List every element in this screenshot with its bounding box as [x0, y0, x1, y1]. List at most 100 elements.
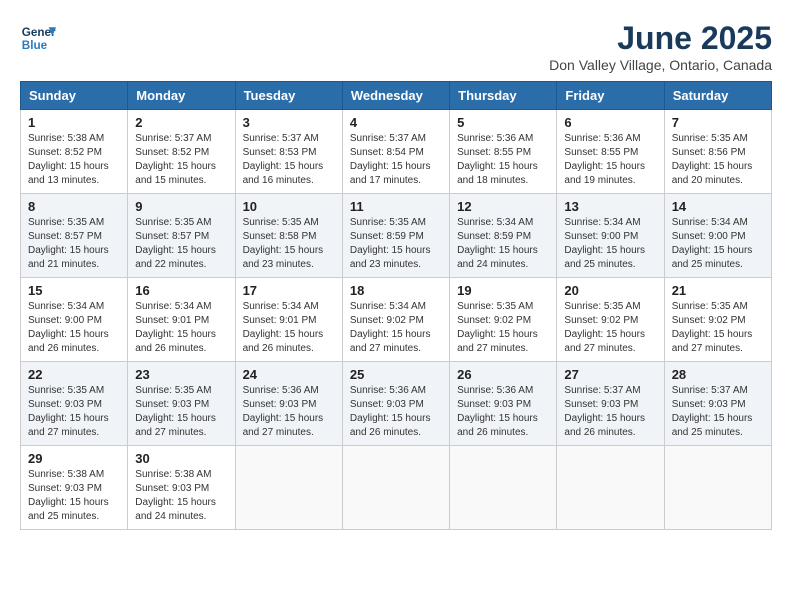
weekday-header-row: SundayMondayTuesdayWednesdayThursdayFrid… — [21, 82, 772, 110]
title-area: June 2025 Don Valley Village, Ontario, C… — [549, 20, 772, 73]
calendar-week-row: 29 Sunrise: 5:38 AMSunset: 9:03 PMDayligh… — [21, 446, 772, 530]
day-number: 16 — [135, 283, 227, 298]
day-number: 12 — [457, 199, 549, 214]
cell-info: Sunrise: 5:35 AMSunset: 8:57 PMDaylight:… — [28, 216, 120, 272]
day-number: 23 — [135, 367, 227, 382]
calendar-cell: 19 Sunrise: 5:35 AMSunset: 9:02 PMDayligh… — [450, 278, 557, 362]
calendar-cell: 12 Sunrise: 5:34 AMSunset: 8:59 PMDayligh… — [450, 194, 557, 278]
cell-info: Sunrise: 5:36 AMSunset: 9:03 PMDaylight:… — [243, 384, 335, 440]
day-number: 28 — [672, 367, 764, 382]
cell-info: Sunrise: 5:35 AMSunset: 9:02 PMDaylight:… — [457, 300, 549, 356]
calendar-cell: 6 Sunrise: 5:36 AMSunset: 8:55 PMDaylight… — [557, 110, 664, 194]
cell-info: Sunrise: 5:35 AMSunset: 8:56 PMDaylight:… — [672, 132, 764, 188]
calendar-cell: 15Sunrise: 5:34 AMSunset: 9:00 PMDayligh… — [21, 278, 128, 362]
calendar-cell: 30Sunrise: 5:38 AMSunset: 9:03 PMDayligh… — [128, 446, 235, 530]
calendar-cell: 24 Sunrise: 5:36 AMSunset: 9:03 PMDayligh… — [235, 362, 342, 446]
day-number: 7 — [672, 115, 764, 130]
day-number: 4 — [350, 115, 442, 130]
calendar-cell — [557, 446, 664, 530]
cell-info: Sunrise: 5:36 AMSunset: 8:55 PMDaylight:… — [564, 132, 656, 188]
calendar-cell: 29 Sunrise: 5:38 AMSunset: 9:03 PMDayligh… — [21, 446, 128, 530]
calendar-cell: 18 Sunrise: 5:34 AMSunset: 9:02 PMDayligh… — [342, 278, 449, 362]
calendar-cell: 2 Sunrise: 5:37 AMSunset: 8:52 PMDaylight… — [128, 110, 235, 194]
day-number: 3 — [243, 115, 335, 130]
weekday-header-friday: Friday — [557, 82, 664, 110]
calendar-cell — [235, 446, 342, 530]
cell-info: Sunrise: 5:36 AMSunset: 9:03 PMDaylight:… — [350, 384, 442, 440]
calendar-cell: 5Sunrise: 5:36 AMSunset: 8:55 PMDaylight… — [450, 110, 557, 194]
calendar-week-row: 8 Sunrise: 5:35 AMSunset: 8:57 PMDaylight… — [21, 194, 772, 278]
cell-info: Sunrise: 5:37 AMSunset: 8:52 PMDaylight:… — [135, 132, 227, 188]
calendar-cell: 28 Sunrise: 5:37 AMSunset: 9:03 PMDayligh… — [664, 362, 771, 446]
day-number: 8 — [28, 199, 120, 214]
calendar-cell: 27Sunrise: 5:37 AMSunset: 9:03 PMDayligh… — [557, 362, 664, 446]
weekday-header-wednesday: Wednesday — [342, 82, 449, 110]
calendar-cell: 23 Sunrise: 5:35 AMSunset: 9:03 PMDayligh… — [128, 362, 235, 446]
weekday-header-thursday: Thursday — [450, 82, 557, 110]
day-number: 13 — [564, 199, 656, 214]
cell-info: Sunrise: 5:37 AMSunset: 8:54 PMDaylight:… — [350, 132, 442, 188]
day-number: 17 — [243, 283, 335, 298]
cell-info: Sunrise: 5:38 AMSunset: 8:52 PMDaylight:… — [28, 132, 120, 188]
day-number: 18 — [350, 283, 442, 298]
day-number: 26 — [457, 367, 549, 382]
calendar-cell: 21 Sunrise: 5:35 AMSunset: 9:02 PMDayligh… — [664, 278, 771, 362]
logo: General Blue — [20, 20, 56, 56]
day-number: 14 — [672, 199, 764, 214]
cell-info: Sunrise: 5:34 AMSunset: 9:01 PMDaylight:… — [243, 300, 335, 356]
calendar-cell: 7 Sunrise: 5:35 AMSunset: 8:56 PMDaylight… — [664, 110, 771, 194]
day-number: 9 — [135, 199, 227, 214]
calendar-cell: 4 Sunrise: 5:37 AMSunset: 8:54 PMDaylight… — [342, 110, 449, 194]
calendar-cell: 10Sunrise: 5:35 AMSunset: 8:58 PMDayligh… — [235, 194, 342, 278]
calendar-week-row: 15Sunrise: 5:34 AMSunset: 9:00 PMDayligh… — [21, 278, 772, 362]
month-title: June 2025 — [549, 20, 772, 57]
cell-info: Sunrise: 5:38 AMSunset: 9:03 PMDaylight:… — [135, 468, 227, 524]
calendar-cell — [342, 446, 449, 530]
calendar-cell: 20 Sunrise: 5:35 AMSunset: 9:02 PMDayligh… — [557, 278, 664, 362]
day-number: 25 — [350, 367, 442, 382]
calendar-cell: 25 Sunrise: 5:36 AMSunset: 9:03 PMDayligh… — [342, 362, 449, 446]
cell-info: Sunrise: 5:34 AMSunset: 9:02 PMDaylight:… — [350, 300, 442, 356]
calendar-week-row: 1Sunrise: 5:38 AMSunset: 8:52 PMDaylight… — [21, 110, 772, 194]
cell-info: Sunrise: 5:35 AMSunset: 9:02 PMDaylight:… — [564, 300, 656, 356]
calendar-cell — [450, 446, 557, 530]
cell-info: Sunrise: 5:36 AMSunset: 9:03 PMDaylight:… — [457, 384, 549, 440]
cell-info: Sunrise: 5:38 AMSunset: 9:03 PMDaylight:… — [28, 468, 120, 524]
cell-info: Sunrise: 5:34 AMSunset: 8:59 PMDaylight:… — [457, 216, 549, 272]
cell-info: Sunrise: 5:35 AMSunset: 8:57 PMDaylight:… — [135, 216, 227, 272]
calendar-cell: 26 Sunrise: 5:36 AMSunset: 9:03 PMDayligh… — [450, 362, 557, 446]
weekday-header-tuesday: Tuesday — [235, 82, 342, 110]
cell-info: Sunrise: 5:35 AMSunset: 9:03 PMDaylight:… — [28, 384, 120, 440]
logo-icon: General Blue — [20, 20, 56, 56]
calendar-cell: 3Sunrise: 5:37 AMSunset: 8:53 PMDaylight… — [235, 110, 342, 194]
calendar-cell: 13 Sunrise: 5:34 AMSunset: 9:00 PMDayligh… — [557, 194, 664, 278]
day-number: 11 — [350, 199, 442, 214]
day-number: 15 — [28, 283, 120, 298]
day-number: 19 — [457, 283, 549, 298]
calendar-cell: 11 Sunrise: 5:35 AMSunset: 8:59 PMDayligh… — [342, 194, 449, 278]
day-number: 20 — [564, 283, 656, 298]
cell-info: Sunrise: 5:35 AMSunset: 9:03 PMDaylight:… — [135, 384, 227, 440]
weekday-header-monday: Monday — [128, 82, 235, 110]
calendar-table: SundayMondayTuesdayWednesdayThursdayFrid… — [20, 81, 772, 530]
svg-text:Blue: Blue — [22, 39, 48, 52]
calendar-cell: 1Sunrise: 5:38 AMSunset: 8:52 PMDaylight… — [21, 110, 128, 194]
calendar-cell: 22Sunrise: 5:35 AMSunset: 9:03 PMDayligh… — [21, 362, 128, 446]
page-header: General Blue June 2025 Don Valley Villag… — [20, 20, 772, 73]
cell-info: Sunrise: 5:37 AMSunset: 9:03 PMDaylight:… — [564, 384, 656, 440]
day-number: 6 — [564, 115, 656, 130]
cell-info: Sunrise: 5:35 AMSunset: 8:59 PMDaylight:… — [350, 216, 442, 272]
day-number: 2 — [135, 115, 227, 130]
cell-info: Sunrise: 5:35 AMSunset: 9:02 PMDaylight:… — [672, 300, 764, 356]
cell-info: Sunrise: 5:34 AMSunset: 9:00 PMDaylight:… — [672, 216, 764, 272]
weekday-header-saturday: Saturday — [664, 82, 771, 110]
day-number: 5 — [457, 115, 549, 130]
day-number: 21 — [672, 283, 764, 298]
calendar-cell: 8 Sunrise: 5:35 AMSunset: 8:57 PMDaylight… — [21, 194, 128, 278]
cell-info: Sunrise: 5:34 AMSunset: 9:00 PMDaylight:… — [564, 216, 656, 272]
cell-info: Sunrise: 5:37 AMSunset: 9:03 PMDaylight:… — [672, 384, 764, 440]
day-number: 29 — [28, 451, 120, 466]
weekday-header-sunday: Sunday — [21, 82, 128, 110]
day-number: 24 — [243, 367, 335, 382]
calendar-week-row: 22Sunrise: 5:35 AMSunset: 9:03 PMDayligh… — [21, 362, 772, 446]
